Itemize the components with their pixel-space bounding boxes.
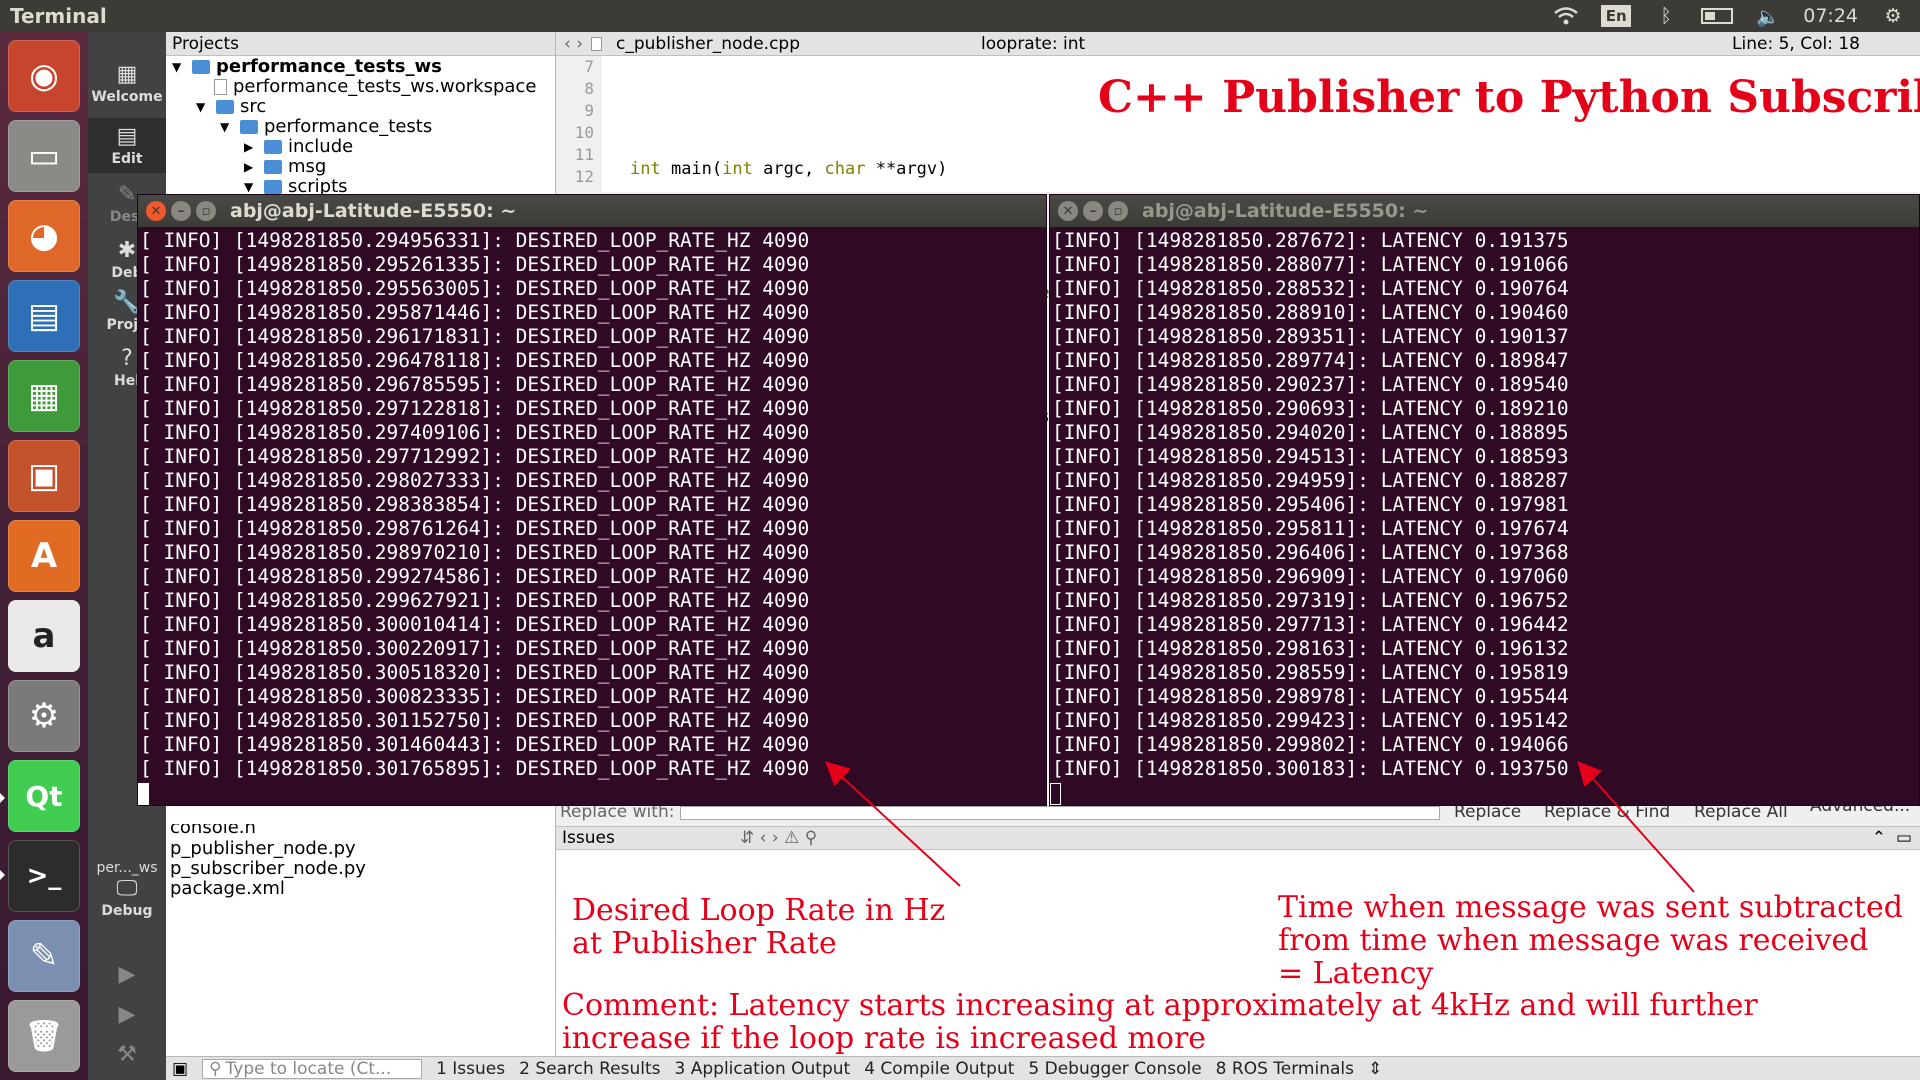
annotation-latency: Time when message was sent subtracted fr… [1278, 891, 1903, 990]
arrow-to-latency [1577, 761, 1695, 893]
arrow-to-loop-rate [825, 761, 961, 887]
annotation-line: at Publisher Rate [572, 926, 837, 961]
annotation-line: Comment: Latency starts increasing at ap… [562, 988, 1758, 1023]
annotation-line: from time when message was received [1278, 923, 1869, 958]
annotation-line: increase if the loop rate is increased m… [562, 1021, 1207, 1056]
annotation-line: Desired Loop Rate in Hz [572, 893, 946, 928]
annotation-line: = Latency [1278, 956, 1434, 991]
annotation-line: Time when message was sent subtracted [1278, 890, 1903, 925]
annotation-loop-rate: Desired Loop Rate in Hz at Publisher Rat… [572, 894, 945, 960]
annotation-comment: Comment: Latency starts increasing at ap… [562, 989, 1758, 1055]
